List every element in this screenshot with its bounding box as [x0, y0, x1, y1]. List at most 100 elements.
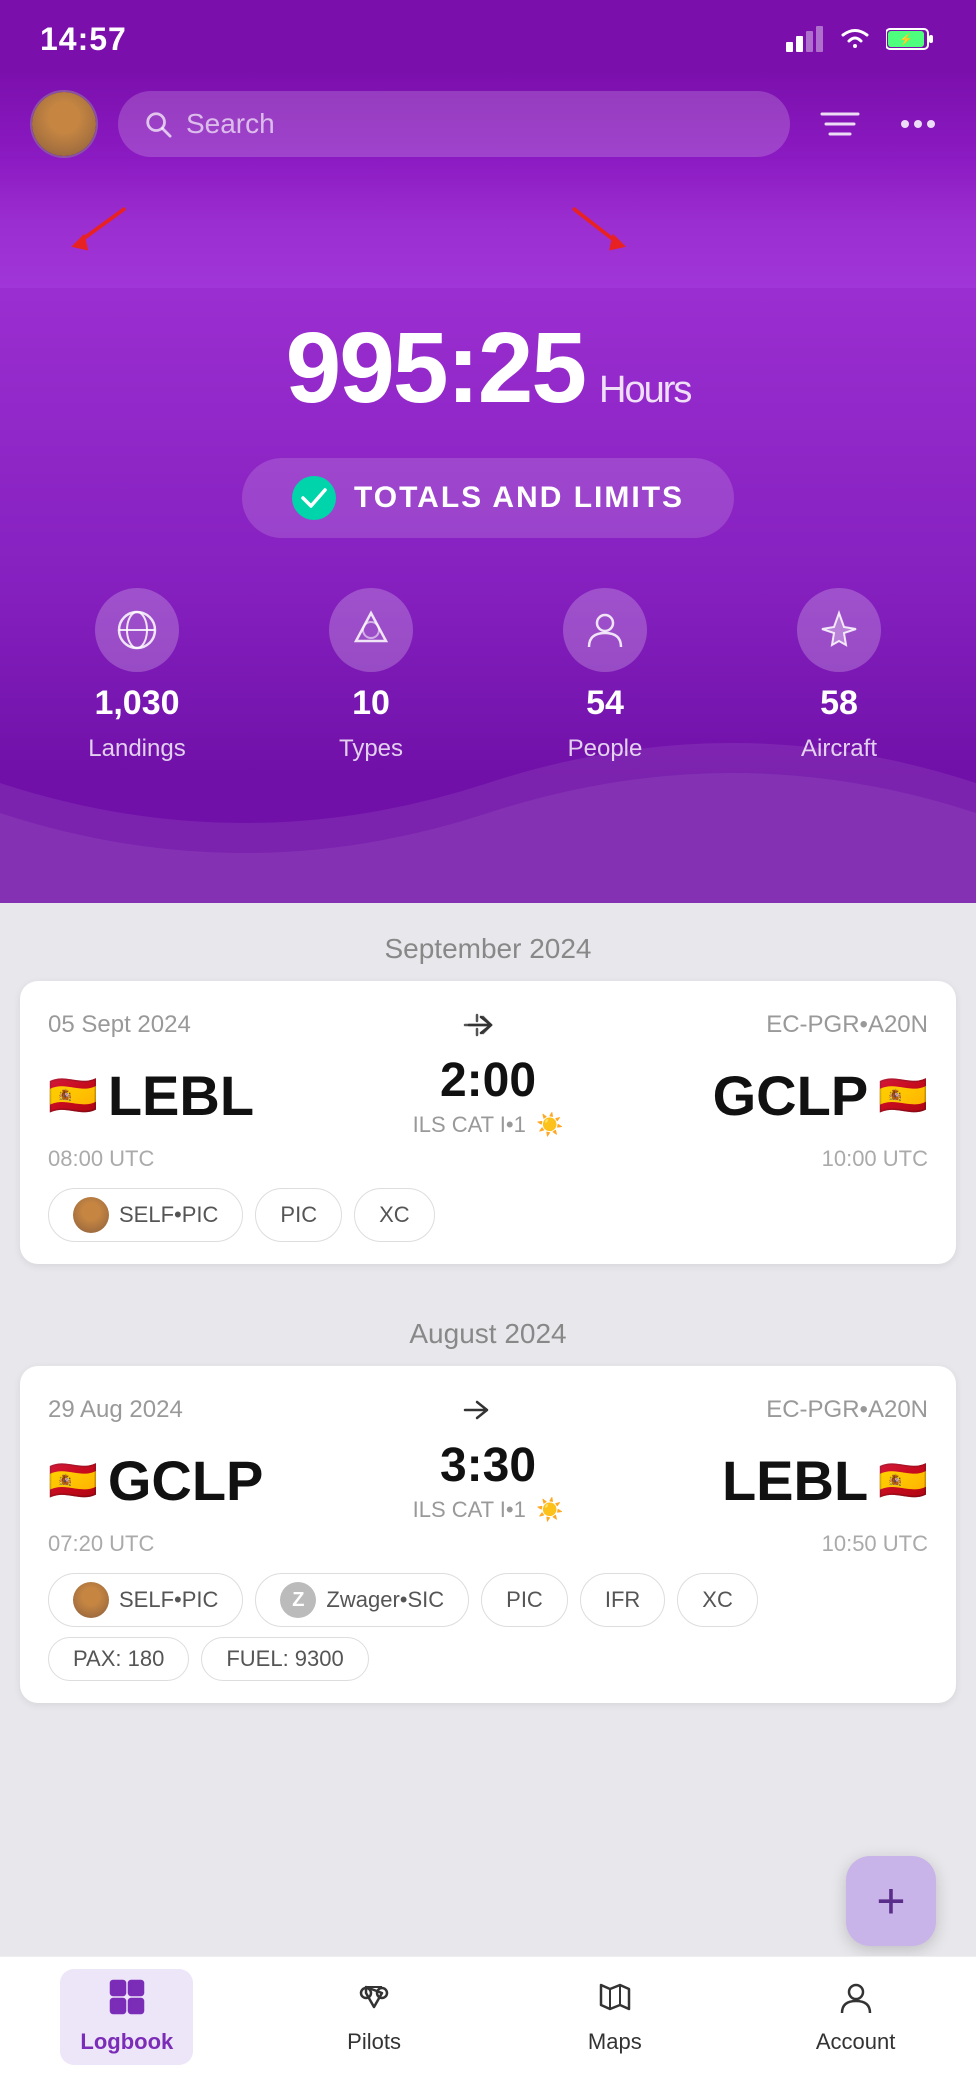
arr-flag-sep: 🇪🇸 — [878, 1072, 928, 1119]
hours-display: 995:25 Hours — [286, 318, 691, 418]
dep-utc-aug: 07:20 UTC — [48, 1531, 341, 1557]
flight-plane-icon-aug — [457, 1392, 493, 1428]
utc-row-sep: 08:00 UTC 10:00 UTC — [48, 1146, 928, 1172]
totals-check-icon — [292, 476, 336, 520]
landings-icon-circle — [95, 588, 179, 672]
tag-avatar-z-aug: Z — [280, 1582, 316, 1618]
flight-aircraft-aug: EC-PGR•A20N — [766, 1396, 928, 1424]
arr-utc-aug: 10:50 UTC — [635, 1531, 928, 1557]
nav-maps[interactable]: Maps — [555, 1969, 675, 2065]
arrival-sep: GCLP 🇪🇸 — [573, 1063, 928, 1128]
maps-icon — [597, 1979, 633, 2023]
nav-maps-label: Maps — [588, 2029, 642, 2055]
tag-zwager-aug: Z Zwager•SIC — [255, 1573, 469, 1627]
dep-code-aug: GCLP — [108, 1448, 264, 1513]
tag-fuel-aug: FUEL: 9300 — [201, 1637, 368, 1681]
checkmark-icon — [301, 488, 327, 508]
flight-plane-icon-sep — [461, 1007, 497, 1043]
stats-row: 1,030 Landings 10 Types 54 Peo — [0, 588, 976, 763]
dep-code-sep: LEBL — [108, 1063, 254, 1128]
card-top-aug: 29 Aug 2024 EC-PGR•A20N — [48, 1392, 928, 1428]
tag-ifr-aug: IFR — [580, 1573, 665, 1627]
dep-utc-sep: 08:00 UTC — [48, 1146, 341, 1172]
tag-avatar-sep — [73, 1197, 109, 1233]
duration-time-sep: 2:00 — [413, 1053, 564, 1108]
utc-row-aug: 07:20 UTC 10:50 UTC — [48, 1531, 928, 1557]
stats-section: 1,030 Landings 10 Types 54 Peo — [0, 588, 976, 903]
landings-value: 1,030 — [94, 684, 179, 723]
person-icon — [584, 609, 626, 651]
people-value: 54 — [586, 684, 624, 723]
duration-sep: 2:00 ILS CAT I•1 ☀️ — [413, 1053, 564, 1138]
month-header-sep: September 2024 — [20, 903, 956, 981]
search-row — [30, 90, 946, 158]
airplane-icon — [818, 609, 860, 651]
add-flight-fab[interactable]: + — [846, 1856, 936, 1946]
stat-aircraft[interactable]: 58 Aircraft — [779, 588, 899, 763]
tag-xc-aug: XC — [677, 1573, 758, 1627]
nav-account-label: Account — [816, 2029, 896, 2055]
avatar[interactable] — [30, 90, 98, 158]
types-value: 10 — [352, 684, 390, 723]
totals-text: TOTALS AND LIMITS — [354, 481, 684, 515]
month-header-aug: August 2024 — [20, 1288, 956, 1366]
bottom-nav: Logbook Pilots Maps — [0, 1956, 976, 2076]
landings-label: Landings — [88, 735, 185, 763]
flight-date-sep: 05 Sept 2024 — [48, 1011, 191, 1039]
tag-xc-sep: XC — [354, 1188, 435, 1242]
globe-icon — [116, 609, 158, 651]
wifi-icon — [838, 26, 872, 52]
arr-code-aug: LEBL — [722, 1448, 868, 1513]
types-icon-circle — [329, 588, 413, 672]
tags-aug-row2: PAX: 180 FUEL: 9300 — [48, 1637, 928, 1681]
tags-sep: SELF•PIC PIC XC — [48, 1188, 928, 1242]
more-button[interactable] — [890, 109, 946, 139]
shapes-icon — [350, 609, 392, 651]
arrow-overlay — [30, 168, 946, 288]
nav-logbook[interactable]: Logbook — [60, 1969, 193, 2065]
totals-limits-button[interactable]: TOTALS AND LIMITS — [242, 458, 734, 538]
search-icon — [144, 109, 172, 139]
nav-pilots[interactable]: Pilots — [314, 1969, 434, 2065]
tag-self-pic-aug: SELF•PIC — [48, 1573, 243, 1627]
account-icon — [838, 1979, 874, 2023]
signal-icon — [786, 26, 824, 52]
tag-pic-sep: PIC — [255, 1188, 342, 1242]
card-main-aug: 🇪🇸 GCLP 3:30 ILS CAT I•1 ☀️ LEBL 🇪🇸 — [48, 1438, 928, 1523]
duration-approach-sep: ILS CAT I•1 ☀️ — [413, 1112, 564, 1138]
duration-time-aug: 3:30 — [413, 1438, 564, 1493]
tag-pax-aug: PAX: 180 — [48, 1637, 189, 1681]
log-section: September 2024 05 Sept 2024 EC-PGR•A20N … — [0, 903, 976, 1757]
departure-aug: 🇪🇸 GCLP — [48, 1448, 403, 1513]
arrival-aug: LEBL 🇪🇸 — [573, 1448, 928, 1513]
tag-self-pic-sep: SELF•PIC — [48, 1188, 243, 1242]
header — [0, 70, 976, 288]
duration-aug: 3:30 ILS CAT I•1 ☀️ — [413, 1438, 564, 1523]
flight-date-aug: 29 Aug 2024 — [48, 1396, 183, 1424]
status-time: 14:57 — [40, 21, 127, 58]
nav-pilots-label: Pilots — [347, 2029, 401, 2055]
svg-text:⚡: ⚡ — [899, 33, 913, 46]
dep-flag-aug: 🇪🇸 — [48, 1457, 98, 1504]
pilots-icon — [356, 1979, 392, 2023]
search-bar[interactable] — [118, 91, 790, 157]
stat-people[interactable]: 54 People — [545, 588, 665, 763]
filter-icon — [820, 108, 860, 140]
battery-icon: ⚡ — [886, 26, 936, 52]
flight-card-sep[interactable]: 05 Sept 2024 EC-PGR•A20N 🇪🇸 LEBL 2:00 IL… — [20, 981, 956, 1264]
dep-flag-sep: 🇪🇸 — [48, 1072, 98, 1119]
types-label: Types — [339, 735, 403, 763]
aircraft-label: Aircraft — [801, 735, 877, 763]
logbook-icon — [109, 1979, 145, 2023]
search-input[interactable] — [186, 108, 764, 140]
filter-button[interactable] — [810, 98, 870, 150]
stat-types[interactable]: 10 Types — [311, 588, 431, 763]
stat-landings[interactable]: 1,030 Landings — [77, 588, 197, 763]
flight-card-aug[interactable]: 29 Aug 2024 EC-PGR•A20N 🇪🇸 GCLP 3:30 ILS… — [20, 1366, 956, 1703]
status-bar: 14:57 ⚡ — [0, 0, 976, 70]
departure-sep: 🇪🇸 LEBL — [48, 1063, 403, 1128]
nav-logbook-label: Logbook — [80, 2029, 173, 2055]
flight-aircraft-sep: EC-PGR•A20N — [766, 1011, 928, 1039]
nav-account[interactable]: Account — [796, 1969, 916, 2065]
duration-approach-aug: ILS CAT I•1 ☀️ — [413, 1497, 564, 1523]
